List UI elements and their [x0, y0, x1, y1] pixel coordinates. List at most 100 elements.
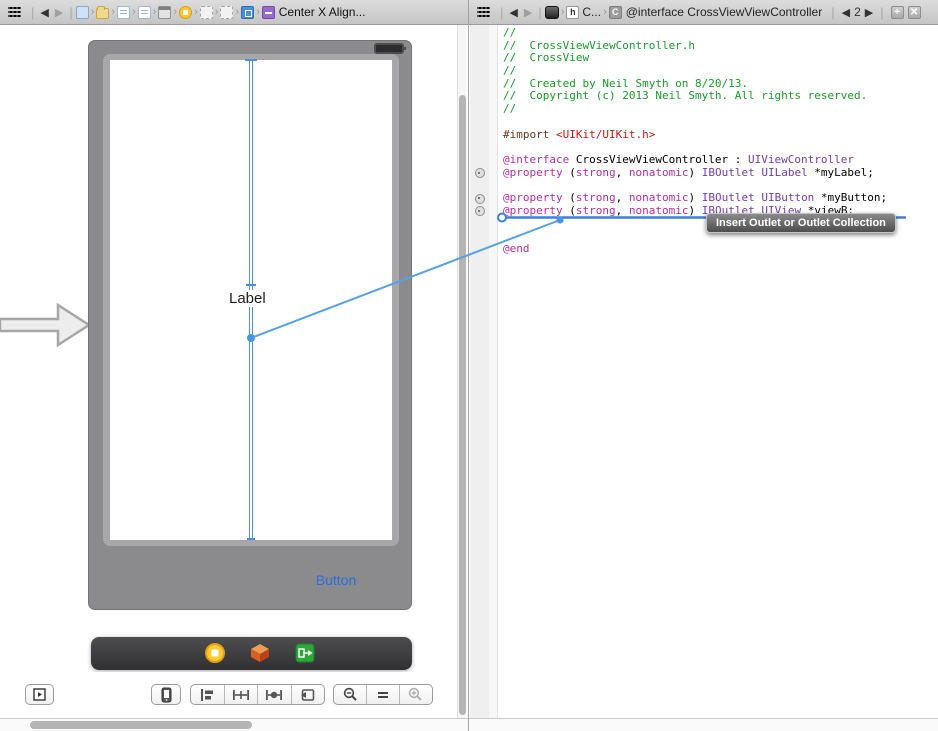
- align-icon: [199, 688, 215, 702]
- storyboard-file-icon[interactable]: [117, 6, 130, 19]
- zoom-button-group: [333, 684, 433, 705]
- separator: |: [880, 5, 883, 20]
- counterpart-forward-button[interactable]: ▶: [865, 6, 873, 19]
- label-view[interactable]: Label: [228, 290, 267, 307]
- interface-builder-canvas: Label Button: [0, 25, 468, 718]
- separator: |: [831, 5, 834, 20]
- resolve-icon: [300, 688, 316, 702]
- align-button[interactable]: [191, 685, 225, 704]
- connection-tooltip: Insert Outlet or Outlet Collection: [706, 213, 896, 233]
- file-name-label[interactable]: C...: [582, 5, 601, 19]
- editor-bottom-strip: [469, 718, 938, 731]
- assistant-editor-jumpbar: | ◀ ▶ | › h C...› C @interface CrossView…: [469, 0, 938, 25]
- chevron-icon: ›: [132, 6, 136, 18]
- pane-divider: [468, 0, 469, 731]
- storyboard-file-icon[interactable]: [138, 6, 151, 19]
- chevron-icon: ›: [215, 6, 219, 18]
- connection-well[interactable]: [475, 206, 485, 216]
- resolve-issues-button[interactable]: [292, 685, 325, 704]
- autolayout-button-group: [190, 684, 325, 705]
- scene-window-icon[interactable]: [158, 6, 171, 19]
- code-line[interactable]: //: [503, 103, 887, 116]
- chevron-icon: ›: [111, 6, 115, 18]
- counterpart-navigator: | ◀ 2 ▶ |: [828, 5, 886, 20]
- equals-icon: [377, 690, 389, 700]
- horizontal-scrollbar-thumb[interactable]: [30, 721, 252, 729]
- related-items-button[interactable]: [5, 0, 28, 24]
- chevron-icon: ›: [603, 6, 607, 18]
- exit-dock-icon[interactable]: [294, 642, 316, 664]
- view-bottom-handle: [247, 538, 255, 540]
- separator: |: [500, 5, 503, 20]
- code-line[interactable]: // Copyright (c) 2013 Neil Smyth. All ri…: [503, 90, 887, 103]
- forward-button[interactable]: ▶: [521, 0, 535, 24]
- zoom-in-icon: [408, 687, 423, 702]
- document-outline-toggle-button[interactable]: [25, 684, 54, 705]
- connection-well[interactable]: [475, 168, 485, 178]
- zoom-in-button[interactable]: [400, 685, 432, 704]
- center-button[interactable]: [258, 685, 292, 704]
- initial-view-controller-arrow[interactable]: [0, 300, 92, 352]
- chevron-icon: ›: [91, 6, 95, 18]
- add-assistant-editor-button[interactable]: +: [891, 6, 904, 19]
- back-button[interactable]: ◀: [37, 0, 51, 24]
- constraints-group-icon[interactable]: [241, 6, 254, 19]
- view-controller-screen[interactable]: Label: [110, 60, 392, 540]
- view-icon[interactable]: [220, 6, 233, 19]
- chevron-icon: ›: [235, 6, 239, 18]
- pin-button[interactable]: [225, 685, 259, 704]
- iphone-icon: [161, 687, 172, 703]
- gutter: [470, 25, 489, 718]
- view-controller-icon[interactable]: [179, 6, 192, 19]
- symbol-label[interactable]: @interface CrossViewViewController: [626, 5, 822, 19]
- separator: |: [69, 5, 72, 20]
- constraint-icon[interactable]: [262, 6, 275, 19]
- center-icon: [265, 688, 283, 702]
- grid-icon: [8, 7, 21, 17]
- chevron-icon: ›: [153, 6, 157, 18]
- view-icon[interactable]: [200, 6, 213, 19]
- counterpart-back-button[interactable]: ◀: [842, 6, 850, 19]
- view-controller-dock-icon[interactable]: [204, 642, 226, 664]
- xcode-window: | ◀ ▶ | › › › › › › › › › Center X Align…: [0, 0, 938, 731]
- related-items-button[interactable]: [474, 0, 497, 24]
- forward-button[interactable]: ▶: [52, 0, 66, 24]
- chevron-icon: ›: [173, 6, 177, 18]
- vertical-scrollbar-track[interactable]: [457, 25, 466, 718]
- code-line[interactable]: #import <UIKit/UIKit.h>: [503, 129, 887, 142]
- close-assistant-editor-button[interactable]: ✕: [908, 6, 921, 19]
- storyboard-dock: [91, 637, 412, 670]
- counterparts-icon[interactable]: [545, 6, 559, 19]
- vertical-scrollbar-thumb[interactable]: [459, 95, 466, 715]
- project-document-icon[interactable]: [76, 6, 89, 19]
- battery-status-icon: [374, 43, 404, 54]
- horizontal-scrollbar-track[interactable]: [0, 718, 468, 731]
- separator: |: [538, 5, 541, 20]
- button-view[interactable]: Button: [311, 572, 361, 588]
- zoom-out-button[interactable]: [334, 685, 367, 704]
- code-line[interactable]: @end: [503, 243, 887, 256]
- pin-icon: [232, 688, 250, 702]
- chevron-icon: ›: [256, 6, 260, 18]
- view-mid-handle: [246, 284, 256, 286]
- header-file-icon[interactable]: h: [566, 6, 579, 19]
- zoom-out-icon: [343, 687, 358, 702]
- zoom-actual-size-button[interactable]: [367, 685, 399, 704]
- back-button[interactable]: ◀: [506, 0, 520, 24]
- iphone-device-frame: Label Button: [88, 40, 412, 610]
- first-responder-dock-icon[interactable]: [249, 642, 271, 664]
- code-line[interactable]: // CrossView: [503, 52, 887, 65]
- connection-well[interactable]: [475, 194, 485, 204]
- code-line[interactable]: @property (strong, nonatomic) IBOutlet U…: [503, 167, 887, 180]
- folder-icon[interactable]: [96, 8, 109, 19]
- class-symbol-icon[interactable]: C: [609, 6, 622, 19]
- chevron-icon: ›: [194, 6, 198, 18]
- ib-bottom-toolbar: [0, 672, 468, 718]
- breadcrumb-label[interactable]: Center X Align...: [279, 5, 366, 19]
- counterpart-index: 2: [854, 5, 861, 19]
- chevron-icon: ›: [561, 6, 565, 18]
- outline-toggle-icon: [33, 688, 46, 701]
- view-top-handle: [245, 59, 257, 61]
- device-size-toggle-button[interactable]: [151, 684, 181, 705]
- separator: |: [31, 5, 34, 20]
